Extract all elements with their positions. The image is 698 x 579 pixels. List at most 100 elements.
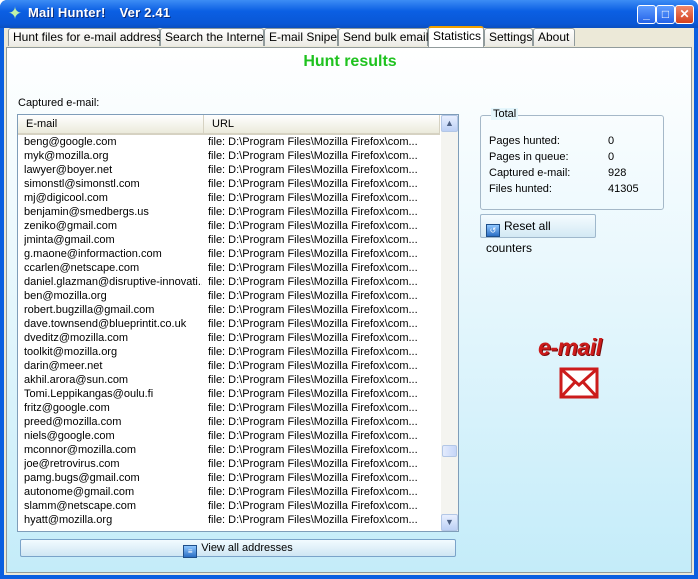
close-button[interactable]: ✕	[675, 5, 694, 24]
reset-counters-button[interactable]: ↺ Reset all counters	[480, 214, 596, 255]
url-cell: file: D:\Program Files\Mozilla Firefox\c…	[208, 486, 418, 498]
table-row[interactable]: hyatt@mozilla.org file: D:\Program Files\…	[18, 513, 440, 527]
client-area: Hunt files for e-mail addresses Search t…	[4, 26, 694, 575]
view-all-addresses-button[interactable]: ≡ View all addresses	[20, 539, 456, 558]
email-cell: darin@meer.net	[24, 360, 103, 372]
table-row[interactable]: autonome@gmail.com file: D:\Program Files…	[18, 485, 440, 499]
url-cell: file: D:\Program Files\Mozilla Firefox\c…	[208, 318, 418, 330]
stat-captured-email: Captured e-mail: 928	[489, 167, 626, 179]
email-cell: ccarlen@netscape.com	[24, 262, 140, 274]
table-row[interactable]: dveditz@mozilla.com file: D:\Program File…	[18, 331, 440, 345]
sparkle-icon[interactable]: ✦	[6, 5, 24, 23]
url-cell: file: D:\Program Files\Mozilla Firefox\c…	[208, 444, 418, 456]
scroll-thumb[interactable]	[442, 445, 457, 457]
table-row[interactable]: niels@google.com file: D:\Program Files\M…	[18, 429, 440, 443]
table-row[interactable]: mconnor@mozilla.com file: D:\Program File…	[18, 443, 440, 457]
statistics-panel: Hunt results Captured e-mail: E-mail URL…	[6, 47, 692, 573]
url-cell: file: D:\Program Files\Mozilla Firefox\c…	[208, 430, 418, 442]
table-row[interactable]: ccarlen@netscape.com file: D:\Program Fil…	[18, 261, 440, 275]
table-row[interactable]: dave.townsend@blueprintit.co.uk file: D:\…	[18, 317, 440, 331]
column-url[interactable]: URL	[204, 115, 440, 133]
tab-statistics[interactable]: Statistics	[428, 26, 484, 47]
tab-about[interactable]: About	[533, 28, 575, 46]
url-cell: file: D:\Program Files\Mozilla Firefox\c…	[208, 220, 418, 232]
column-email[interactable]: E-mail	[18, 115, 204, 133]
email-list[interactable]: E-mail URL beng@google.com file: D:\Progr…	[17, 114, 459, 532]
stat-pages-hunted: Pages hunted: 0	[489, 135, 614, 147]
chevron-down-icon: ▼	[445, 517, 454, 527]
email-cell: Tomi.Leppikangas@oulu.fi	[24, 388, 154, 400]
table-row[interactable]: zeniko@gmail.com file: D:\Program Files\M…	[18, 219, 440, 233]
email-cell: zeniko@gmail.com	[24, 220, 118, 232]
url-cell: file: D:\Program Files\Mozilla Firefox\c…	[208, 192, 418, 204]
table-row[interactable]: simonstl@simonstl.com file: D:\Program Fi…	[18, 177, 440, 191]
table-row[interactable]: toolkit@mozilla.org file: D:\Program File…	[18, 345, 440, 359]
url-cell: file: D:\Program Files\Mozilla Firefox\c…	[208, 416, 418, 428]
main-window: ✦ Mail Hunter! Ver 2.41 _ □ ✕ Hunt files …	[0, 0, 698, 579]
email-cell: dave.townsend@blueprintit.co.uk	[24, 318, 187, 330]
email-cell: hyatt@mozilla.org	[24, 514, 113, 526]
table-row[interactable]: jminta@gmail.com file: D:\Program Files\M…	[18, 233, 440, 247]
stat-files-hunted: Files hunted: 41305	[489, 183, 639, 195]
table-row[interactable]: joe@retrovirus.com file: D:\Program Files…	[18, 457, 440, 471]
email-cell: mj@digicool.com	[24, 192, 108, 204]
stat-pages-in-queue: Pages in queue: 0	[489, 151, 614, 163]
minimize-button[interactable]: _	[637, 5, 656, 24]
email-cell: myk@mozilla.org	[24, 150, 109, 162]
table-row[interactable]: akhil.arora@sun.com file: D:\Program File…	[18, 373, 440, 387]
url-cell: file: D:\Program Files\Mozilla Firefox\c…	[208, 472, 418, 484]
table-row[interactable]: g.maone@informaction.com file: D:\Program…	[18, 247, 440, 261]
email-cell: akhil.arora@sun.com	[24, 374, 129, 386]
table-row[interactable]: darin@meer.net file: D:\Program Files\Moz…	[18, 359, 440, 373]
email-cell: toolkit@mozilla.org	[24, 346, 118, 358]
table-row[interactable]: preed@mozilla.com file: D:\Program Files\…	[18, 415, 440, 429]
scroll-down-button[interactable]: ▼	[441, 514, 458, 531]
tab-hunt-files[interactable]: Hunt files for e-mail addresses	[8, 28, 175, 46]
email-logo: e-mail	[538, 334, 602, 360]
total-group: Total Pages hunted: 0 Pages in queue: 0 …	[480, 108, 664, 210]
url-cell: file: D:\Program Files\Mozilla Firefox\c…	[208, 514, 418, 526]
table-row[interactable]: ben@mozilla.org file: D:\Program Files\Mo…	[18, 289, 440, 303]
table-row[interactable]: daniel.glazman@disruptive-innovati... fil…	[18, 275, 440, 289]
email-cell: pamg.bugs@gmail.com	[24, 472, 140, 484]
tab-send-bulk[interactable]: Send bulk emails	[338, 28, 434, 46]
table-row[interactable]: lawyer@boyer.net file: D:\Program Files\M…	[18, 163, 440, 177]
table-row[interactable]: benjamin@smedbergs.us file: D:\Program Fi…	[18, 205, 440, 219]
maximize-button[interactable]: □	[656, 5, 675, 24]
envelope-icon	[559, 367, 599, 399]
pages-in-queue-value: 0	[608, 151, 615, 163]
url-cell: file: D:\Program Files\Mozilla Firefox\c…	[208, 374, 418, 386]
table-row[interactable]: mj@digicool.com file: D:\Program Files\Mo…	[18, 191, 440, 205]
title-bar[interactable]: ✦ Mail Hunter! Ver 2.41 _ □ ✕	[0, 0, 698, 28]
url-cell: file: D:\Program Files\Mozilla Firefox\c…	[208, 402, 418, 414]
tab-settings[interactable]: Settings	[484, 28, 533, 46]
email-cell: mconnor@mozilla.com	[24, 444, 137, 456]
tab-email-sniper[interactable]: E-mail Sniper	[264, 28, 341, 46]
list-header: E-mail URL	[18, 115, 440, 135]
table-row[interactable]: beng@google.com file: D:\Program Files\Mo…	[18, 135, 440, 149]
app-name: Mail Hunter!	[28, 5, 106, 20]
email-cell: ben@mozilla.org	[24, 290, 107, 302]
table-row[interactable]: fritz@google.com file: D:\Program Files\M…	[18, 401, 440, 415]
email-cell: robert.bugzilla@gmail.com	[24, 304, 155, 316]
scroll-up-button[interactable]: ▲	[441, 115, 458, 132]
app-version: Ver 2.41	[119, 5, 171, 20]
url-cell: file: D:\Program Files\Mozilla Firefox\c…	[208, 304, 418, 316]
captured-email-value: 928	[608, 167, 627, 179]
url-cell: file: D:\Program Files\Mozilla Firefox\c…	[208, 234, 418, 246]
tab-search-internet[interactable]: Search the Internet	[160, 28, 267, 46]
table-row[interactable]: myk@mozilla.org file: D:\Program Files\Mo…	[18, 149, 440, 163]
table-row[interactable]: pamg.bugs@gmail.com file: D:\Program File…	[18, 471, 440, 485]
email-cell: preed@mozilla.com	[24, 416, 122, 428]
view-all-label: View all addresses	[201, 542, 293, 554]
url-cell: file: D:\Program Files\Mozilla Firefox\c…	[208, 346, 418, 358]
url-cell: file: D:\Program Files\Mozilla Firefox\c…	[208, 150, 418, 162]
url-cell: file: D:\Program Files\Mozilla Firefox\c…	[208, 360, 418, 372]
hunt-results-heading: Hunt results	[303, 53, 397, 70]
table-row[interactable]: Tomi.Leppikangas@oulu.fi file: D:\Program…	[18, 387, 440, 401]
table-row[interactable]: robert.bugzilla@gmail.com file: D:\Progra…	[18, 303, 440, 317]
vertical-scrollbar[interactable]: ▲ ▼	[441, 115, 458, 531]
email-cell: g.maone@informaction.com	[24, 248, 162, 260]
list-icon: ≡	[183, 545, 198, 558]
table-row[interactable]: slamm@netscape.com file: D:\Program Files…	[18, 499, 440, 513]
